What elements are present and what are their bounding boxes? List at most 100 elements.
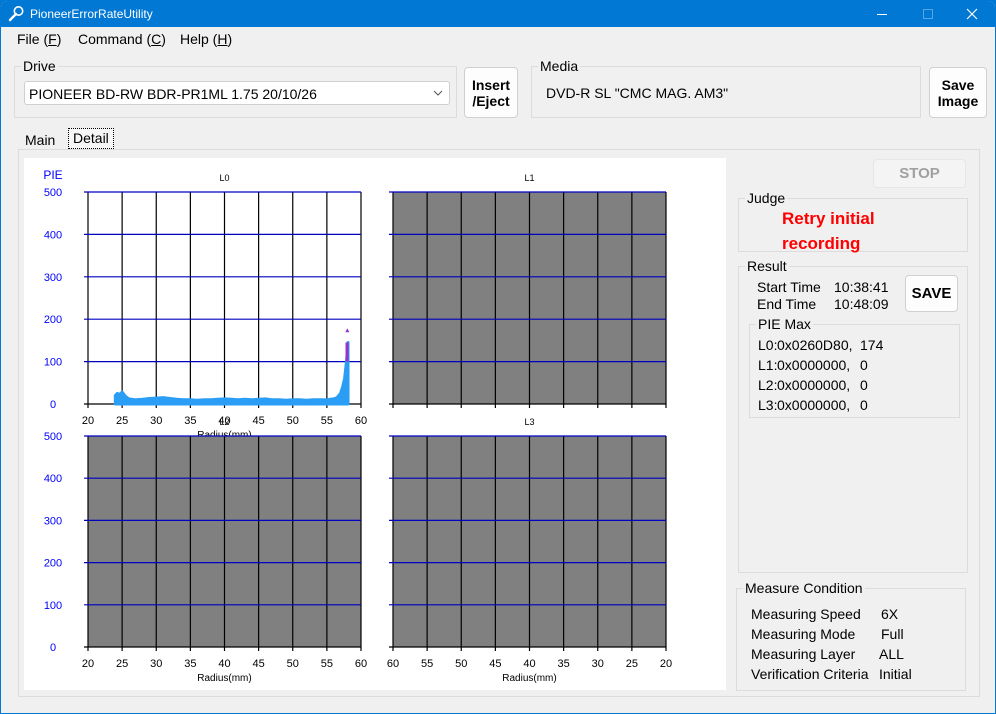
pie-max-layer: L1: — [758, 357, 778, 373]
tab-detail[interactable]: Detail — [68, 128, 114, 149]
chart-panel: L00100200300400500PIE202530354045505560R… — [24, 158, 726, 690]
menu-help-accel: H — [217, 31, 228, 47]
measuring-speed-label: Measuring Speed — [751, 606, 861, 622]
menu-file-label: File ( — [17, 31, 49, 47]
menu-file[interactable]: File (F) — [17, 31, 61, 47]
x-tick-label: 30 — [150, 415, 162, 427]
x-tick-label: 45 — [253, 658, 265, 670]
save-result-button[interactable]: SAVE — [905, 275, 958, 312]
y-tick-label: 200 — [44, 314, 62, 326]
insert-eject-button[interactable]: Insert/Eject — [464, 67, 518, 118]
y-tick-label: 300 — [44, 272, 62, 284]
x-tick-label: 50 — [455, 658, 467, 670]
pie-max-group: PIE Max L0: 0x0260D80, 174 L1: 0x0000000… — [749, 316, 960, 418]
x-tick-label: 45 — [253, 415, 265, 427]
x-tick-label: 25 — [116, 658, 128, 670]
wrench-icon — [8, 6, 24, 22]
media-group: Media DVD-R SL "CMC MAG. AM3" — [531, 58, 921, 118]
judge-result: Retry initial recording — [782, 206, 875, 256]
chart-title-l1: L1 — [524, 173, 534, 183]
x-tick-label: 50 — [287, 658, 299, 670]
pie-max-marker — [345, 328, 350, 333]
pie-max-layer: L0: — [758, 337, 778, 353]
x-tick-label: 35 — [558, 658, 570, 670]
x-tick-label: 25 — [626, 658, 638, 670]
menu-help[interactable]: Help (H) — [180, 31, 232, 47]
verification-criteria-label: Verification Criteria — [751, 666, 869, 682]
pie-max-layer: L3: — [758, 397, 778, 413]
y-tick-label: 200 — [44, 558, 62, 570]
x-tick-label: 40 — [523, 658, 535, 670]
y-tick-label: 0 — [50, 399, 56, 411]
pie-max-value: 0 — [860, 357, 868, 373]
result-legend: Result — [745, 258, 789, 274]
end-time-value: 10:48:09 — [834, 296, 889, 312]
x-tick-label: 35 — [184, 658, 196, 670]
pie-max-value: 0 — [860, 377, 868, 393]
title-bar[interactable]: PioneerErrorRateUtility — [1, 1, 995, 27]
y-tick-label: 0 — [50, 642, 56, 654]
measure-condition-legend: Measure Condition — [743, 580, 865, 596]
start-time-value: 10:38:41 — [834, 279, 889, 295]
drive-select[interactable]: PIONEER BD-RW BDR-PR1ML 1.75 20/10/26 — [24, 81, 450, 105]
y-tick-label: 300 — [44, 515, 62, 527]
x-tick-label: 20 — [82, 415, 94, 427]
measuring-layer-value: ALL — [879, 646, 904, 662]
menu-help-suffix: ) — [227, 31, 233, 47]
x-tick-label: 55 — [321, 415, 333, 427]
drive-select-value: PIONEER BD-RW BDR-PR1ML 1.75 20/10/26 — [29, 86, 317, 102]
menu-command-suffix: ) — [161, 31, 166, 47]
app-window: PioneerErrorRateUtility File (F) Command… — [0, 0, 996, 714]
x-tick-label: 20 — [660, 658, 672, 670]
measure-condition-group: Measure Condition Measuring Speed 6X Mea… — [736, 580, 966, 691]
pie-max-address: 0x0000000, — [777, 377, 851, 393]
chart-title-l2: L2 — [219, 417, 229, 427]
pie-max-address: 0x0000000, — [777, 397, 851, 413]
pie-max-value: 174 — [860, 337, 884, 353]
x-tick-label: 30 — [592, 658, 604, 670]
maximize-icon — [923, 9, 933, 19]
close-button[interactable] — [949, 1, 995, 27]
x-tick-label: 40 — [218, 658, 230, 670]
x-tick-label: 20 — [82, 658, 94, 670]
y-axis-label: PIE — [43, 168, 62, 182]
pie-series-area — [113, 341, 350, 406]
x-tick-label: 55 — [321, 658, 333, 670]
end-time-label: End Time — [757, 296, 817, 312]
y-tick-label: 100 — [44, 600, 62, 612]
verification-criteria-value: Initial — [879, 666, 912, 682]
minimize-icon — [877, 14, 887, 15]
x-tick-label: 25 — [116, 415, 128, 427]
pie-charts: L00100200300400500PIE202530354045505560R… — [43, 168, 672, 684]
chart-title-l0: L0 — [219, 173, 229, 183]
save-image-line2: Image — [937, 92, 979, 109]
measuring-speed-value: 6X — [881, 606, 899, 622]
chart-title-l3: L3 — [524, 417, 534, 427]
pie-max-address: 0x0000000, — [777, 357, 851, 373]
x-tick-label: 35 — [184, 415, 196, 427]
x-tick-label: 55 — [421, 658, 433, 670]
y-tick-label: 400 — [44, 473, 62, 485]
y-tick-label: 500 — [44, 431, 62, 443]
pie-max-legend: PIE Max — [756, 316, 813, 332]
measuring-mode-value: Full — [881, 626, 904, 642]
drive-legend: Drive — [21, 58, 58, 74]
judge-line1: Retry initial — [782, 209, 875, 228]
save-image-line1: Save — [941, 76, 975, 93]
x-tick-label: 30 — [150, 658, 162, 670]
y-tick-label: 400 — [44, 229, 62, 241]
measuring-layer-label: Measuring Layer — [751, 646, 856, 662]
menu-command[interactable]: Command (C) — [78, 31, 166, 47]
judge-line2: recording — [782, 234, 861, 253]
stop-button[interactable]: STOP — [873, 159, 966, 188]
maximize-button[interactable] — [905, 1, 951, 27]
menu-command-label: Command ( — [78, 31, 152, 47]
save-image-button[interactable]: Save Image — [929, 67, 987, 118]
x-tick-label: 50 — [287, 415, 299, 427]
pie-max-address: 0x0260D80, — [777, 337, 853, 353]
minimize-button[interactable] — [859, 1, 905, 27]
menu-bar: File (F) Command (C) Help (H) — [1, 28, 995, 50]
insert-eject-line2: /Eject — [472, 92, 510, 109]
tab-main[interactable]: Main — [25, 132, 55, 148]
pie-max-value: 0 — [860, 397, 868, 413]
